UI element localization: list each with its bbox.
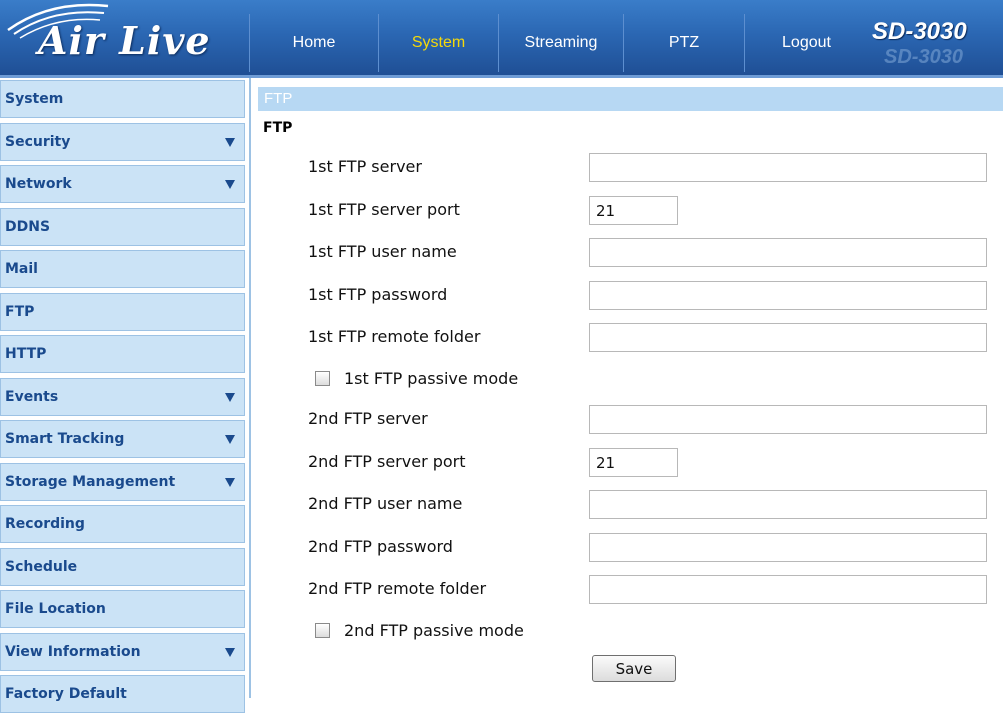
sidebar-item-smart-tracking[interactable]: Smart Tracking bbox=[0, 420, 245, 458]
first-ftp-password-input[interactable] bbox=[589, 281, 987, 310]
sidebar-item-system[interactable]: System bbox=[0, 80, 245, 118]
sidebar-item-events[interactable]: Events bbox=[0, 377, 245, 416]
expand-arrow-icon bbox=[225, 477, 235, 487]
nav-label: PTZ bbox=[668, 34, 700, 51]
sidebar-item-label: Mail bbox=[5, 261, 38, 277]
sidebar-item-view-information[interactable]: View Information bbox=[0, 632, 245, 671]
second-ftp-password-input[interactable] bbox=[589, 533, 987, 562]
second-ftp-port-label: 2nd FTP server port bbox=[308, 452, 466, 471]
model-name: SD-3030 bbox=[872, 18, 967, 45]
sidebar-item-network[interactable]: Network bbox=[0, 165, 245, 203]
second-ftp-username-label: 2nd FTP user name bbox=[308, 494, 463, 513]
expand-arrow-icon bbox=[225, 180, 235, 189]
top-header: Air Live Home System Streaming PTZ Logou… bbox=[0, 0, 1003, 75]
model-reflection: SD-3030 bbox=[884, 46, 963, 68]
second-ftp-remote-folder-label: 2nd FTP remote folder bbox=[308, 579, 487, 598]
nav-label: System bbox=[411, 34, 466, 51]
first-ftp-passive-mode-checkbox[interactable] bbox=[315, 371, 330, 386]
sidebar-item-ddns[interactable]: DDNS bbox=[0, 207, 245, 246]
first-ftp-username-input[interactable] bbox=[589, 238, 987, 267]
nav-system[interactable]: System bbox=[378, 14, 498, 72]
sidebar-item-label: Smart Tracking bbox=[5, 431, 125, 447]
sidebar-item-label: File Location bbox=[5, 601, 106, 617]
sidebar-item-http[interactable]: HTTP bbox=[0, 335, 245, 373]
expand-arrow-icon bbox=[225, 647, 235, 657]
sidebar-item-label: Security bbox=[5, 133, 71, 150]
nav-label: Home bbox=[292, 34, 336, 51]
nav-label: Streaming bbox=[524, 34, 598, 51]
second-ftp-remote-folder-input[interactable] bbox=[589, 575, 987, 604]
sidebar-divider bbox=[249, 78, 251, 698]
first-ftp-username-label: 1st FTP user name bbox=[308, 242, 457, 261]
sidebar-item-security[interactable]: Security bbox=[0, 122, 245, 161]
logo-text: Air Live bbox=[38, 18, 211, 63]
airlive-logo[interactable]: Air Live bbox=[0, 0, 250, 75]
sidebar: System Security Network DDNS Mail FTP HT… bbox=[0, 80, 250, 713]
sidebar-item-label: FTP bbox=[5, 303, 35, 320]
expand-arrow-icon bbox=[225, 392, 235, 402]
second-ftp-port-input[interactable] bbox=[589, 448, 678, 477]
second-ftp-passive-mode-checkbox[interactable] bbox=[315, 623, 330, 638]
first-ftp-server-label: 1st FTP server bbox=[308, 157, 422, 176]
save-button[interactable]: Save bbox=[592, 655, 676, 682]
sidebar-item-label: Events bbox=[5, 388, 59, 405]
first-ftp-password-label: 1st FTP password bbox=[308, 285, 448, 304]
sidebar-item-label: View Information bbox=[5, 643, 141, 660]
sidebar-item-mail[interactable]: Mail bbox=[0, 250, 245, 288]
first-ftp-server-input[interactable] bbox=[589, 153, 987, 182]
nav-streaming[interactable]: Streaming bbox=[498, 14, 623, 72]
sidebar-item-ftp[interactable]: FTP bbox=[0, 292, 245, 331]
sidebar-item-label: DDNS bbox=[5, 218, 51, 235]
nav-home[interactable]: Home bbox=[249, 14, 378, 72]
sidebar-item-factory-default[interactable]: Factory Default bbox=[0, 675, 245, 713]
header-divider bbox=[0, 75, 1003, 78]
section-header-bar: FTP bbox=[258, 87, 1003, 111]
first-ftp-remote-folder-label: 1st FTP remote folder bbox=[308, 327, 481, 346]
first-ftp-port-input[interactable] bbox=[589, 196, 678, 225]
sidebar-item-label: Network bbox=[5, 176, 72, 192]
second-ftp-passive-mode-label: 2nd FTP passive mode bbox=[344, 621, 524, 640]
sidebar-item-schedule[interactable]: Schedule bbox=[0, 547, 245, 586]
sidebar-item-storage-management[interactable]: Storage Management bbox=[0, 462, 245, 501]
sidebar-item-label: Storage Management bbox=[5, 473, 176, 490]
sidebar-item-recording[interactable]: Recording bbox=[0, 505, 245, 543]
second-ftp-server-input[interactable] bbox=[589, 405, 987, 434]
first-ftp-port-label: 1st FTP server port bbox=[308, 200, 460, 219]
first-ftp-remote-folder-input[interactable] bbox=[589, 323, 987, 352]
sidebar-item-label: System bbox=[5, 91, 64, 107]
sidebar-item-label: Schedule bbox=[5, 558, 78, 575]
nav-logout[interactable]: Logout bbox=[744, 14, 868, 72]
sidebar-item-label: HTTP bbox=[5, 346, 47, 362]
second-ftp-server-label: 2nd FTP server bbox=[308, 409, 428, 428]
sidebar-item-label: Recording bbox=[5, 516, 85, 532]
second-ftp-username-input[interactable] bbox=[589, 490, 987, 519]
nav-label: Logout bbox=[782, 34, 831, 51]
nav-ptz[interactable]: PTZ bbox=[623, 14, 744, 72]
sidebar-item-label: Factory Default bbox=[5, 686, 127, 702]
section-title: FTP bbox=[263, 120, 293, 136]
sidebar-item-file-location[interactable]: File Location bbox=[0, 590, 245, 628]
first-ftp-passive-mode-label: 1st FTP passive mode bbox=[344, 369, 519, 388]
top-nav: Home System Streaming PTZ Logout bbox=[249, 14, 868, 72]
expand-arrow-icon bbox=[225, 435, 235, 444]
expand-arrow-icon bbox=[225, 137, 235, 147]
second-ftp-password-label: 2nd FTP password bbox=[308, 537, 453, 556]
